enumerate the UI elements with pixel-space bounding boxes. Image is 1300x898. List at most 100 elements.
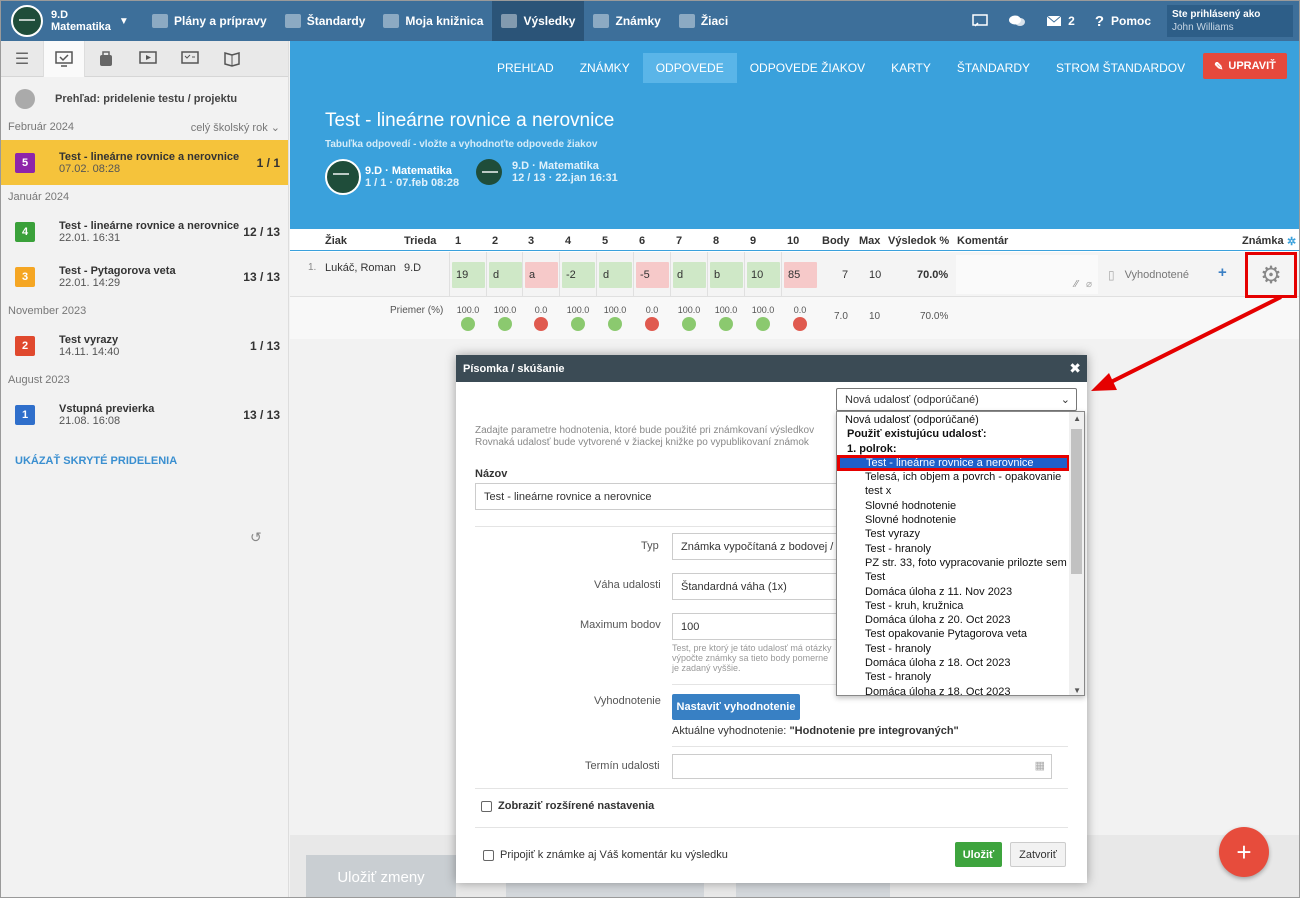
comment-input[interactable]: ⁄⁄ ⌀: [956, 255, 1098, 294]
dropdown-option[interactable]: Test: [837, 570, 1069, 584]
screen-share-icon[interactable]: [962, 14, 998, 28]
answer-cell[interactable]: 10: [747, 262, 780, 288]
assignment-number: 2: [15, 335, 35, 356]
advanced-settings-checkbox[interactable]: Zobraziť rozšírené nastavenia: [481, 800, 654, 812]
attach-comment-checkbox[interactable]: Pripojiť k známke aj Váš komentár ku výs…: [483, 849, 728, 861]
add-fab-button[interactable]: +: [1219, 827, 1269, 877]
answer-cell[interactable]: d: [673, 262, 706, 288]
tab-book-icon[interactable]: [211, 41, 253, 77]
calendar-icon[interactable]: ▦: [1035, 759, 1045, 772]
nav-item[interactable]: Známky: [584, 1, 669, 41]
scrollbar-thumb[interactable]: [1071, 429, 1082, 574]
result-tab[interactable]: ODPOVEDE: [642, 53, 737, 83]
dropdown-option[interactable]: PZ str. 33, foto vypracovanie prilozte s…: [837, 556, 1069, 570]
pencil-icon: ✎: [1214, 60, 1224, 73]
chat-icon[interactable]: [998, 14, 1036, 28]
attach-icon[interactable]: ⌀: [1086, 279, 1092, 290]
answer-cell[interactable]: 19: [452, 262, 485, 288]
answer-cell[interactable]: b: [710, 262, 743, 288]
answer-cell[interactable]: a: [525, 262, 558, 288]
dropdown-option[interactable]: Test - hranoly: [837, 642, 1069, 656]
max-points-label: Maximum bodov: [580, 619, 661, 631]
dropdown-option[interactable]: Slovné hodnotenie: [837, 499, 1069, 513]
dropdown-option[interactable]: Test - kruh, kružnica: [837, 599, 1069, 613]
current-eval-prefix: Aktuálne vyhodnotenie:: [672, 725, 787, 737]
result-tab[interactable]: PREHĽAD: [484, 53, 567, 83]
answer-cell[interactable]: -5: [636, 262, 669, 288]
dropdown-option[interactable]: Test - hranoly: [837, 542, 1069, 556]
set-evaluation-button[interactable]: Nastaviť vyhodnotenie: [672, 694, 800, 720]
close-icon[interactable]: ✖: [1069, 360, 1081, 377]
assignment-item[interactable]: 1 Vstupná previerka 21.08. 16:08 13 / 13: [1, 392, 288, 437]
tab-homework-icon[interactable]: [85, 41, 127, 77]
caret-down-icon: ▼: [118, 15, 129, 27]
edit-button[interactable]: ✎ UPRAVIŤ: [1203, 53, 1287, 79]
divider: [475, 827, 1068, 828]
event-select[interactable]: Nová udalosť (odporúčané) ⌄: [836, 388, 1077, 411]
checkbox[interactable]: [481, 800, 492, 812]
dropdown-option[interactable]: Domáca úloha z 11. Nov 2023: [837, 585, 1069, 599]
assignment-card-2[interactable]: 9.D · Matematika 12 / 13 · 22.jan 16:31: [476, 159, 618, 185]
add-icon[interactable]: +: [1218, 264, 1227, 281]
answer-cell[interactable]: d: [489, 262, 522, 288]
nav-item[interactable]: Žiaci: [670, 1, 737, 41]
weight-label: Váha udalosti: [594, 579, 661, 591]
scroll-down-icon[interactable]: ▼: [1073, 686, 1081, 695]
close-button[interactable]: Zatvoriť: [1010, 842, 1066, 867]
assignment-item[interactable]: 4 Test - lineárne rovnice a nerovnice 22.0…: [1, 209, 288, 254]
user-menu[interactable]: Ste prihlásený ako John Williams: [1167, 5, 1293, 37]
status-dot-icon: [608, 317, 622, 331]
dropdown-option[interactable]: Test - lineárne rovnice a nerovnice: [837, 454, 1070, 472]
dropdown-scrollbar[interactable]: ▲ ▼: [1069, 412, 1084, 695]
tab-tests-icon[interactable]: [43, 41, 85, 77]
dropdown-option[interactable]: Domáca úloha z 18. Oct 2023: [837, 656, 1069, 670]
nav-item[interactable]: Výsledky: [492, 1, 585, 41]
hamburger-icon[interactable]: ☰: [1, 41, 43, 77]
checkbox[interactable]: [483, 849, 494, 861]
weight-select[interactable]: Štandardná váha (1x): [672, 573, 852, 600]
save-button[interactable]: Uložiť: [955, 842, 1002, 867]
result-tab[interactable]: ŠTANDARDY: [944, 53, 1043, 83]
answer-cell[interactable]: d: [599, 262, 632, 288]
class-switcher[interactable]: 9.D Matematika ▼: [1, 1, 143, 41]
save-changes-button[interactable]: Uložiť zmeny: [306, 855, 456, 897]
nav-item[interactable]: Moja knižnica: [374, 1, 492, 41]
help-button[interactable]: ? Pomoc: [1085, 13, 1161, 30]
dropdown-option[interactable]: Telesá, ich objem a povrch - opakovanie: [837, 470, 1069, 484]
messages-button[interactable]: 2: [1036, 14, 1085, 28]
assignment-card-1[interactable]: 9.D · Matematika 1 / 1 · 07.feb 08:28: [325, 159, 459, 195]
assignment-item[interactable]: 2 Test vyrazy 14.11. 14:40 1 / 13: [1, 323, 288, 368]
nav-item[interactable]: Plány a prípravy: [143, 1, 276, 41]
divider: [475, 788, 1068, 789]
settings-small-icon[interactable]: ✲: [1287, 235, 1296, 248]
dropdown-option[interactable]: Domáca úloha z 18. Oct 2023: [837, 685, 1069, 695]
dropdown-option[interactable]: Test vyrazy: [837, 527, 1069, 541]
max-points-input[interactable]: 100: [672, 613, 852, 640]
dropdown-option[interactable]: Test - hranoly: [837, 670, 1069, 684]
history-icon[interactable]: ↺: [250, 529, 262, 546]
result-tab[interactable]: STROM ŠTANDARDOV: [1043, 53, 1198, 83]
tab-checklist-icon[interactable]: [169, 41, 211, 77]
year-filter[interactable]: celý školský rok ⌄: [191, 121, 280, 134]
assignment-item[interactable]: 3 Test - Pytagorova veta 22.01. 14:29 13 / …: [1, 254, 288, 299]
dropdown-option[interactable]: Nová udalosť (odporúčané): [837, 413, 1069, 427]
name-input[interactable]: Test - lineárne rovnice a nerovnice: [475, 483, 855, 510]
chevron-down-icon: ⌄: [1060, 394, 1070, 406]
nav-item[interactable]: Štandardy: [276, 1, 375, 41]
answer-cell[interactable]: 85: [784, 262, 817, 288]
result-tab[interactable]: ODPOVEDE ŽIAKOV: [737, 53, 878, 83]
event-date-input[interactable]: ▦: [672, 754, 1052, 779]
dropdown-option[interactable]: Test opakovanie Pytagorova veta: [837, 627, 1069, 641]
dropdown-option[interactable]: test x: [837, 484, 1069, 498]
result-tab[interactable]: ZNÁMKY: [567, 53, 643, 83]
tab-video-icon[interactable]: [127, 41, 169, 77]
dropdown-option[interactable]: Slovné hodnotenie: [837, 513, 1069, 527]
result-tab[interactable]: KARTY: [878, 53, 944, 83]
show-hidden-link[interactable]: UKÁZAŤ SKRYTÉ PRIDELENIA: [1, 437, 288, 485]
type-select[interactable]: Známka vypočítaná z bodovej / percentuál…: [672, 533, 852, 560]
answer-cell[interactable]: -2: [562, 262, 595, 288]
dropdown-option[interactable]: Domáca úloha z 20. Oct 2023: [837, 613, 1069, 627]
scroll-up-icon[interactable]: ▲: [1073, 414, 1081, 423]
assignment-item[interactable]: 5 Test - lineárne rovnice a nerovnice 07.0…: [1, 140, 288, 185]
library-icon: [383, 14, 400, 28]
